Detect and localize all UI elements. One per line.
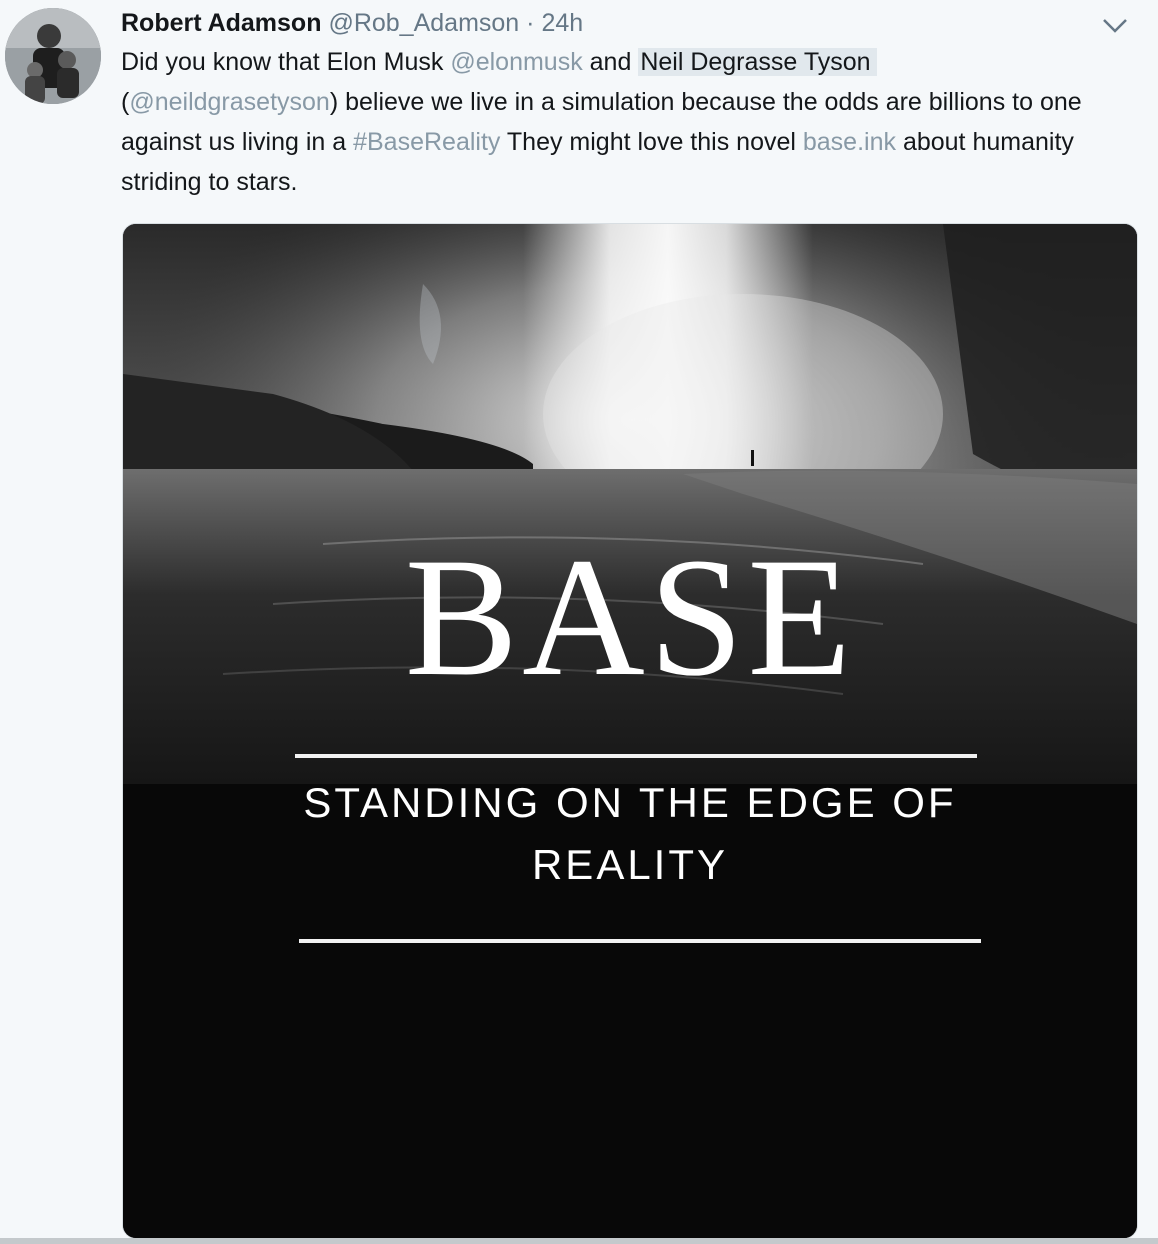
cover-subtitle-line1: STANDING ON THE EDGE OF (303, 779, 957, 826)
avatar[interactable] (5, 8, 101, 104)
author-handle[interactable]: @Rob_Adamson (328, 9, 519, 37)
highlighted-text: Neil Degrasse Tyson (638, 48, 877, 76)
waterfall-photo (123, 224, 1137, 1238)
cover-subtitle: STANDING ON THE EDGE OF REALITY (123, 772, 1137, 896)
text-segment: and (582, 48, 639, 76)
divider-bottom (299, 939, 981, 943)
divider-top (295, 754, 977, 758)
tweet-timestamp[interactable]: 24h (541, 9, 583, 37)
mention-elonmusk[interactable]: @elonmusk (450, 48, 582, 76)
tweet: Robert Adamson @Rob_Adamson · 24h Did yo… (0, 0, 1158, 1244)
tweet-text: Did you know that Elon Musk @elonmusk an… (121, 42, 1141, 202)
mention-neildgrasetyson[interactable]: @neildgrasetyson (129, 88, 330, 116)
cover-subtitle-line2: REALITY (531, 841, 729, 888)
author-name[interactable]: Robert Adamson (121, 9, 321, 37)
avatar-photo (5, 8, 101, 104)
chevron-down-icon[interactable] (1100, 14, 1130, 38)
text-segment: Did you know that Elon Musk (121, 48, 451, 76)
separator-dot: · (526, 9, 535, 37)
cover-title: BASE (404, 523, 856, 711)
text-segment: They might love this novel (500, 128, 803, 156)
tweet-header: Robert Adamson @Rob_Adamson · 24h (121, 6, 583, 40)
hashtag-basereality[interactable]: #BaseReality (353, 128, 500, 156)
divider (0, 1238, 1158, 1244)
tweet-media-image[interactable]: BASE STANDING ON THE EDGE OF REALITY (122, 223, 1138, 1239)
link-base-ink[interactable]: base.ink (803, 128, 896, 156)
